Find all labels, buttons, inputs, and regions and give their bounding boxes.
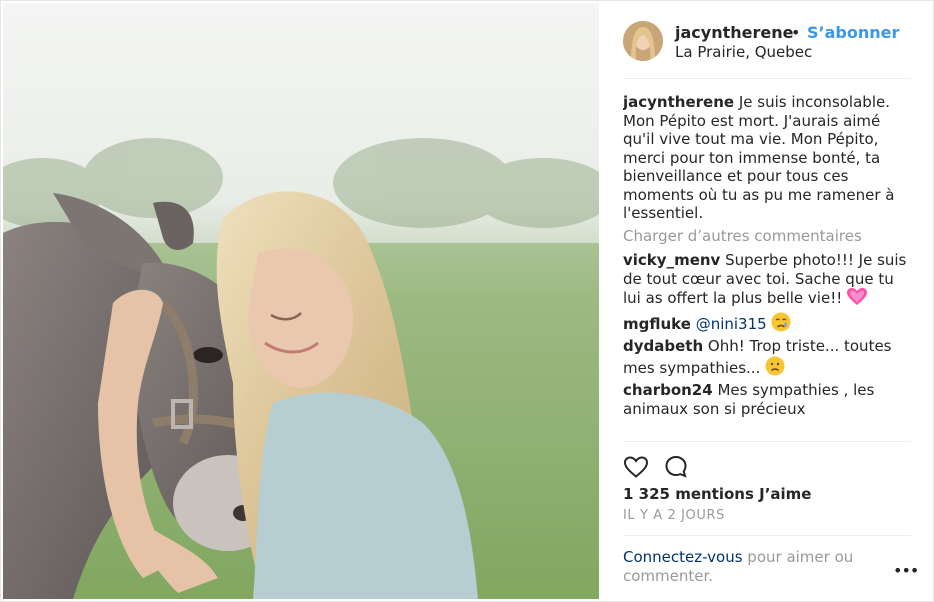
follow-button[interactable]: S’abonner — [807, 23, 899, 42]
comment-username[interactable]: dydabeth — [623, 337, 703, 355]
header-separator: • — [791, 23, 801, 42]
post-header: jacyntherene • S’abonner La Prairie, Que… — [623, 17, 911, 79]
instagram-post: jacyntherene • S’abonner La Prairie, Que… — [0, 0, 934, 602]
post-location[interactable]: La Prairie, Quebec — [675, 43, 812, 61]
caption: jacyntherene Je suis inconsolable. Mon P… — [623, 93, 913, 223]
post-photo[interactable] — [3, 3, 599, 599]
pink-heart-icon — [847, 288, 868, 305]
load-more-comments-button[interactable]: Charger d’autres commentaires — [623, 227, 913, 246]
login-link[interactable]: Connectez-vous — [623, 548, 743, 566]
likes-count[interactable]: 1 325 mentions J’aime — [623, 485, 811, 503]
more-options-button[interactable]: ••• — [893, 561, 919, 580]
comment-mention[interactable]: @nini315 — [696, 315, 767, 333]
comment-item: mgfluke @nini315 — [623, 312, 913, 334]
avatar[interactable] — [623, 21, 663, 61]
comment-username[interactable]: vicky_menv — [623, 251, 720, 269]
comment-item: dydabeth Ohh! Trop triste... toutes mes … — [623, 337, 913, 377]
login-prompt: Connectez-vous pour aimer ou commenter. — [623, 535, 911, 586]
sad-face-icon — [771, 312, 791, 331]
photo-illustration — [3, 3, 599, 599]
avatar-image — [623, 21, 663, 61]
post-actions — [623, 441, 911, 491]
comment-username[interactable]: mgfluke — [623, 315, 691, 333]
caption-username[interactable]: jacyntherene — [623, 93, 734, 111]
comment-item: charbon24 Mes sympathies , les animaux s… — [623, 381, 913, 418]
post-sidebar: jacyntherene • S’abonner La Prairie, Que… — [599, 1, 934, 602]
post-timestamp[interactable]: IL Y A 2 JOURS — [623, 508, 725, 523]
comment-username[interactable]: charbon24 — [623, 381, 713, 399]
caption-text: Je suis inconsolable. Mon Pépito est mor… — [623, 93, 895, 222]
comment-bubble-icon[interactable] — [663, 454, 689, 480]
frowning-face-icon — [765, 356, 785, 375]
heart-outline-icon[interactable] — [623, 454, 649, 480]
post-username[interactable]: jacyntherene — [675, 23, 793, 42]
comments-list[interactable]: jacyntherene Je suis inconsolable. Mon P… — [623, 93, 913, 441]
comment-item: vicky_menv Superbe photo!!! Je suis de t… — [623, 251, 913, 308]
